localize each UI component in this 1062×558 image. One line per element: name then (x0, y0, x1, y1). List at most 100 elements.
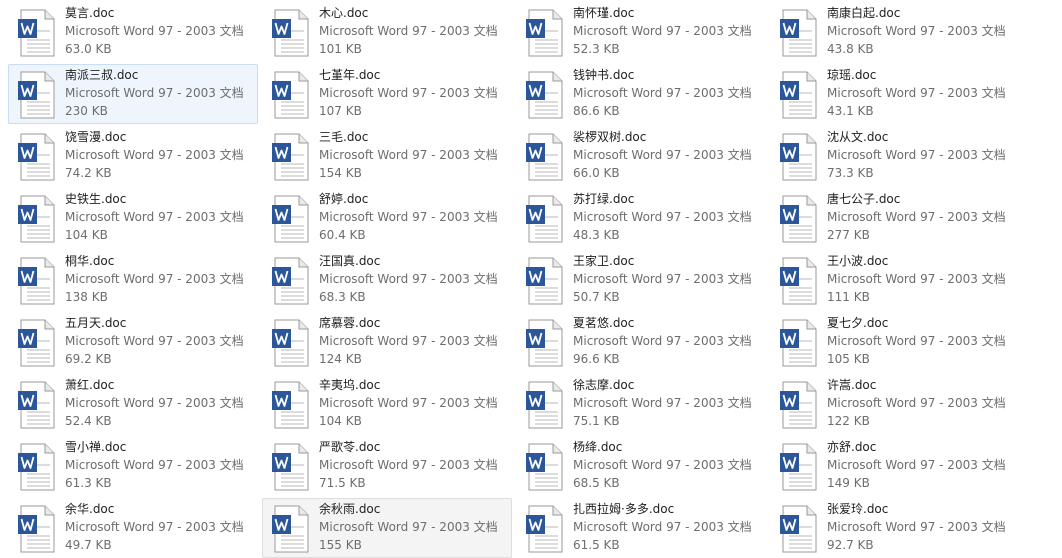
word-doc-icon (17, 133, 57, 181)
file-name: 严歌苓.doc (319, 440, 381, 454)
file-item[interactable]: 五月天.doc Microsoft Word 97 - 2003 文档 69.2 K… (8, 312, 258, 372)
file-name: 钱钟书.doc (573, 68, 635, 82)
file-type: Microsoft Word 97 - 2003 文档 (573, 272, 752, 286)
file-item[interactable]: 木心.doc Microsoft Word 97 - 2003 文档 101 KB (262, 2, 512, 62)
file-size: 277 KB (827, 228, 870, 242)
file-item[interactable]: 沈从文.doc Microsoft Word 97 - 2003 文档 73.3 K… (770, 126, 1020, 186)
file-name: 桐华.doc (65, 254, 115, 268)
word-doc-icon (17, 257, 57, 305)
file-item[interactable]: 夏七夕.doc Microsoft Word 97 - 2003 文档 105 KB (770, 312, 1020, 372)
file-item[interactable]: 余秋雨.doc Microsoft Word 97 - 2003 文档 155 KB (262, 498, 512, 558)
file-name: 唐七公子.doc (827, 192, 901, 206)
file-type: Microsoft Word 97 - 2003 文档 (827, 24, 1006, 38)
file-type: Microsoft Word 97 - 2003 文档 (573, 24, 752, 38)
word-doc-icon (779, 9, 819, 57)
file-type: Microsoft Word 97 - 2003 文档 (573, 334, 752, 348)
file-type: Microsoft Word 97 - 2003 文档 (573, 396, 752, 410)
file-item[interactable]: 雪小禅.doc Microsoft Word 97 - 2003 文档 61.3 K… (8, 436, 258, 496)
file-type: Microsoft Word 97 - 2003 文档 (319, 458, 498, 472)
file-name: 南怀瑾.doc (573, 6, 635, 20)
file-size: 122 KB (827, 414, 870, 428)
file-type: Microsoft Word 97 - 2003 文档 (65, 272, 244, 286)
file-item[interactable]: 舒婷.doc Microsoft Word 97 - 2003 文档 60.4 KB (262, 188, 512, 248)
file-type: Microsoft Word 97 - 2003 文档 (573, 148, 752, 162)
file-item[interactable]: 桐华.doc Microsoft Word 97 - 2003 文档 138 KB (8, 250, 258, 310)
file-item[interactable]: 裟椤双树.doc Microsoft Word 97 - 2003 文档 66.0 … (516, 126, 766, 186)
file-size: 149 KB (827, 476, 870, 490)
word-doc-icon (271, 195, 311, 243)
file-size: 138 KB (65, 290, 108, 304)
file-item[interactable]: 徐志摩.doc Microsoft Word 97 - 2003 文档 75.1 K… (516, 374, 766, 434)
file-name: 王家卫.doc (573, 254, 635, 268)
file-name: 王小波.doc (827, 254, 889, 268)
file-item[interactable]: 三毛.doc Microsoft Word 97 - 2003 文档 154 KB (262, 126, 512, 186)
file-item[interactable]: 席慕蓉.doc Microsoft Word 97 - 2003 文档 124 KB (262, 312, 512, 372)
word-doc-icon (525, 195, 565, 243)
file-name: 裟椤双树.doc (573, 130, 647, 144)
file-type: Microsoft Word 97 - 2003 文档 (827, 520, 1006, 534)
word-doc-icon (17, 381, 57, 429)
word-doc-icon (17, 319, 57, 367)
file-type: Microsoft Word 97 - 2003 文档 (65, 520, 244, 534)
file-name: 夏七夕.doc (827, 316, 889, 330)
file-size: 154 KB (319, 166, 362, 180)
file-item[interactable]: 饶雪漫.doc Microsoft Word 97 - 2003 文档 74.2 K… (8, 126, 258, 186)
file-item[interactable]: 杨绛.doc Microsoft Word 97 - 2003 文档 68.5 KB (516, 436, 766, 496)
file-item[interactable]: 钱钟书.doc Microsoft Word 97 - 2003 文档 86.6 K… (516, 64, 766, 124)
file-type: Microsoft Word 97 - 2003 文档 (573, 86, 752, 100)
file-name: 南派三叔.doc (65, 68, 139, 82)
file-item[interactable]: 唐七公子.doc Microsoft Word 97 - 2003 文档 277 K… (770, 188, 1020, 248)
file-size: 124 KB (319, 352, 362, 366)
file-item[interactable]: 张爱玲.doc Microsoft Word 97 - 2003 文档 92.7 K… (770, 498, 1020, 558)
file-item[interactable]: 萧红.doc Microsoft Word 97 - 2003 文档 52.4 KB (8, 374, 258, 434)
word-doc-icon (525, 381, 565, 429)
file-item[interactable]: 扎西拉姆·多多.doc Microsoft Word 97 - 2003 文档 61… (516, 498, 766, 558)
word-doc-icon (779, 381, 819, 429)
file-type: Microsoft Word 97 - 2003 文档 (65, 396, 244, 410)
file-name: 夏茗悠.doc (573, 316, 635, 330)
file-name: 汪国真.doc (319, 254, 381, 268)
file-name: 琼瑶.doc (827, 68, 877, 82)
file-type: Microsoft Word 97 - 2003 文档 (65, 148, 244, 162)
file-item[interactable]: 余华.doc Microsoft Word 97 - 2003 文档 49.7 KB (8, 498, 258, 558)
file-name: 三毛.doc (319, 130, 369, 144)
word-doc-icon (779, 71, 819, 119)
file-size: 107 KB (319, 104, 362, 118)
file-tiles-view: 莫言.doc Microsoft Word 97 - 2003 文档 63.0 KB… (0, 0, 1062, 558)
word-doc-icon (17, 9, 57, 57)
file-item[interactable]: 严歌苓.doc Microsoft Word 97 - 2003 文档 71.5 K… (262, 436, 512, 496)
file-item[interactable]: 王小波.doc Microsoft Word 97 - 2003 文档 111 KB (770, 250, 1020, 310)
file-size: 230 KB (65, 104, 108, 118)
file-size: 52.3 KB (573, 42, 620, 56)
file-type: Microsoft Word 97 - 2003 文档 (65, 86, 244, 100)
file-name: 南康白起.doc (827, 6, 901, 20)
file-item[interactable]: 七堇年.doc Microsoft Word 97 - 2003 文档 107 KB (262, 64, 512, 124)
file-size: 43.1 KB (827, 104, 874, 118)
file-name: 五月天.doc (65, 316, 127, 330)
file-name: 扎西拉姆·多多.doc (573, 502, 675, 516)
file-item[interactable]: 许嵩.doc Microsoft Word 97 - 2003 文档 122 KB (770, 374, 1020, 434)
file-type: Microsoft Word 97 - 2003 文档 (65, 458, 244, 472)
file-type: Microsoft Word 97 - 2003 文档 (319, 520, 498, 534)
file-item[interactable]: 琼瑶.doc Microsoft Word 97 - 2003 文档 43.1 KB (770, 64, 1020, 124)
file-type: Microsoft Word 97 - 2003 文档 (319, 334, 498, 348)
file-item[interactable]: 史铁生.doc Microsoft Word 97 - 2003 文档 104 KB (8, 188, 258, 248)
file-item[interactable]: 夏茗悠.doc Microsoft Word 97 - 2003 文档 96.6 K… (516, 312, 766, 372)
file-name: 饶雪漫.doc (65, 130, 127, 144)
word-doc-icon (525, 319, 565, 367)
file-type: Microsoft Word 97 - 2003 文档 (319, 86, 498, 100)
file-item[interactable]: 莫言.doc Microsoft Word 97 - 2003 文档 63.0 KB (8, 2, 258, 62)
file-size: 68.5 KB (573, 476, 620, 490)
file-item[interactable]: 辛夷坞.doc Microsoft Word 97 - 2003 文档 104 KB (262, 374, 512, 434)
file-item[interactable]: 苏打绿.doc Microsoft Word 97 - 2003 文档 48.3 K… (516, 188, 766, 248)
word-doc-icon (525, 443, 565, 491)
file-item[interactable]: 南康白起.doc Microsoft Word 97 - 2003 文档 43.8 … (770, 2, 1020, 62)
file-item[interactable]: 汪国真.doc Microsoft Word 97 - 2003 文档 68.3 K… (262, 250, 512, 310)
file-size: 111 KB (827, 290, 870, 304)
file-item[interactable]: 南派三叔.doc Microsoft Word 97 - 2003 文档 230 K… (8, 64, 258, 124)
file-item[interactable]: 王家卫.doc Microsoft Word 97 - 2003 文档 50.7 K… (516, 250, 766, 310)
word-doc-icon (525, 133, 565, 181)
file-item[interactable]: 南怀瑾.doc Microsoft Word 97 - 2003 文档 52.3 K… (516, 2, 766, 62)
file-size: 63.0 KB (65, 42, 112, 56)
file-item[interactable]: 亦舒.doc Microsoft Word 97 - 2003 文档 149 KB (770, 436, 1020, 496)
